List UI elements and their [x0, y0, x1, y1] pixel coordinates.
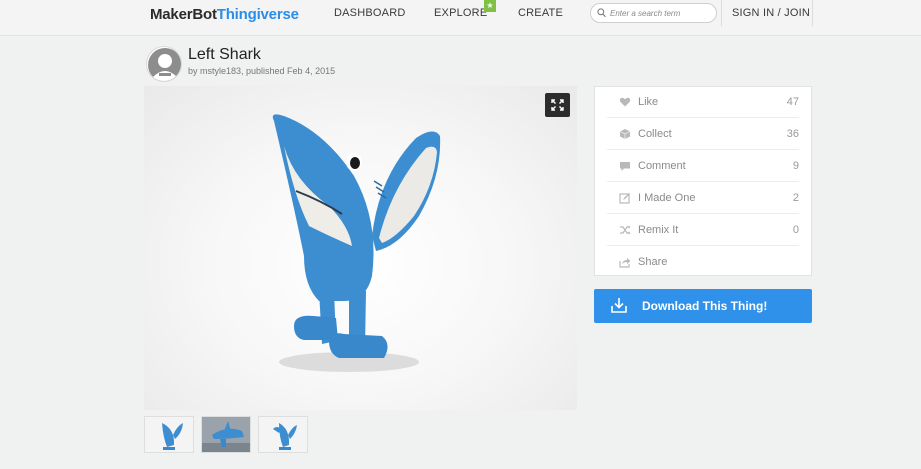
search-input[interactable]: [610, 6, 710, 20]
made-icon: [619, 193, 630, 204]
heart-icon: [619, 97, 631, 107]
like-count: 47: [786, 96, 799, 108]
expand-icon: [551, 99, 564, 111]
collect-label: Collect: [638, 128, 672, 140]
download-label: Download This Thing!: [642, 299, 768, 313]
thumbnail-image: [202, 421, 250, 452]
remix-icon: [620, 225, 631, 235]
remix-label: Remix It: [638, 224, 679, 236]
explore-new-badge: ★: [484, 0, 496, 12]
share-label: Share: [638, 256, 668, 268]
header-divider: [721, 0, 722, 26]
search-box[interactable]: [590, 3, 717, 23]
logo-thingiverse-text: Thingiverse: [216, 6, 299, 23]
thing-actions-panel: Like 47 Collect 36 Comment 9 I Made One …: [594, 86, 812, 276]
nav-explore[interactable]: EXPLORE: [434, 0, 487, 26]
thumbnail-image: [162, 423, 183, 450]
comment-label: Comment: [638, 160, 686, 172]
avatar[interactable]: [146, 46, 182, 82]
comment-count: 9: [792, 160, 799, 172]
thumbnail-1[interactable]: [144, 416, 194, 453]
download-button[interactable]: Download This Thing!: [594, 289, 812, 323]
top-header: MakerBotThingiverse DASHBOARD EXPLORE ★ …: [0, 0, 921, 36]
share-icon: [619, 258, 631, 268]
thing-title: Left Shark: [188, 46, 261, 63]
thumbnail-3[interactable]: [258, 416, 308, 453]
made-one-count: 2: [792, 192, 799, 204]
comment-action[interactable]: Comment 9: [607, 151, 799, 182]
remix-count: 0: [792, 224, 799, 236]
nav-dashboard[interactable]: DASHBOARD: [334, 0, 405, 26]
remix-action[interactable]: Remix It 0: [607, 215, 799, 246]
fullscreen-button[interactable]: [545, 93, 570, 117]
made-one-action[interactable]: I Made One 2: [607, 183, 799, 214]
thumbnail-image: [273, 423, 297, 450]
like-action[interactable]: Like 47: [607, 87, 799, 118]
search-icon: [597, 8, 606, 18]
thumbnail-2[interactable]: [201, 416, 251, 453]
makerbot-thingiverse-logo[interactable]: MakerBotThingiverse: [150, 6, 299, 23]
comment-icon: [620, 162, 630, 171]
main-preview-image[interactable]: [144, 86, 577, 410]
thing-byline: by mstyle183, published Feb 4, 2015: [188, 66, 336, 76]
download-icon: [611, 298, 627, 313]
made-one-label: I Made One: [638, 192, 696, 204]
share-action[interactable]: Share: [607, 247, 799, 278]
like-label: Like: [638, 96, 659, 108]
left-shark-image: [272, 114, 441, 372]
nav-create[interactable]: CREATE: [518, 0, 563, 26]
collect-count: 36: [786, 128, 799, 140]
collect-icon: [619, 129, 631, 139]
sign-in-join-link[interactable]: SIGN IN / JOIN: [732, 0, 810, 26]
logo-makerbot-text: MakerBot: [150, 6, 217, 23]
header-divider: [812, 0, 813, 26]
collect-action[interactable]: Collect 36: [607, 119, 799, 150]
default-user-icon: [148, 48, 181, 81]
